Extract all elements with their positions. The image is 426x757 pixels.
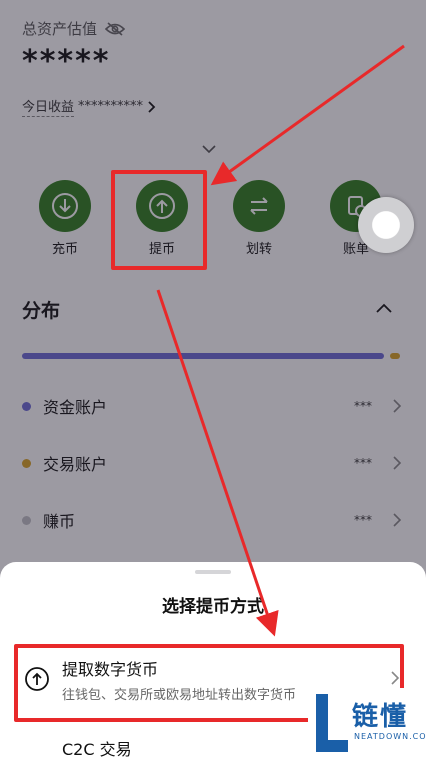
watermark-logo: 链懂 NEATDOWN.COM [308,688,426,757]
floating-assist-ball[interactable] [358,197,414,253]
option-c2c-trade[interactable]: C2C 交易 [62,736,132,757]
watermark-text: 链懂 [352,702,409,732]
sheet-title: 选择提币方式 [162,597,264,617]
sheet-drag-handle[interactable] [195,570,231,574]
watermark-sub: NEATDOWN.COM [354,732,426,741]
watermark-l-icon [316,694,348,752]
withdraw-highlight-box [111,170,207,270]
